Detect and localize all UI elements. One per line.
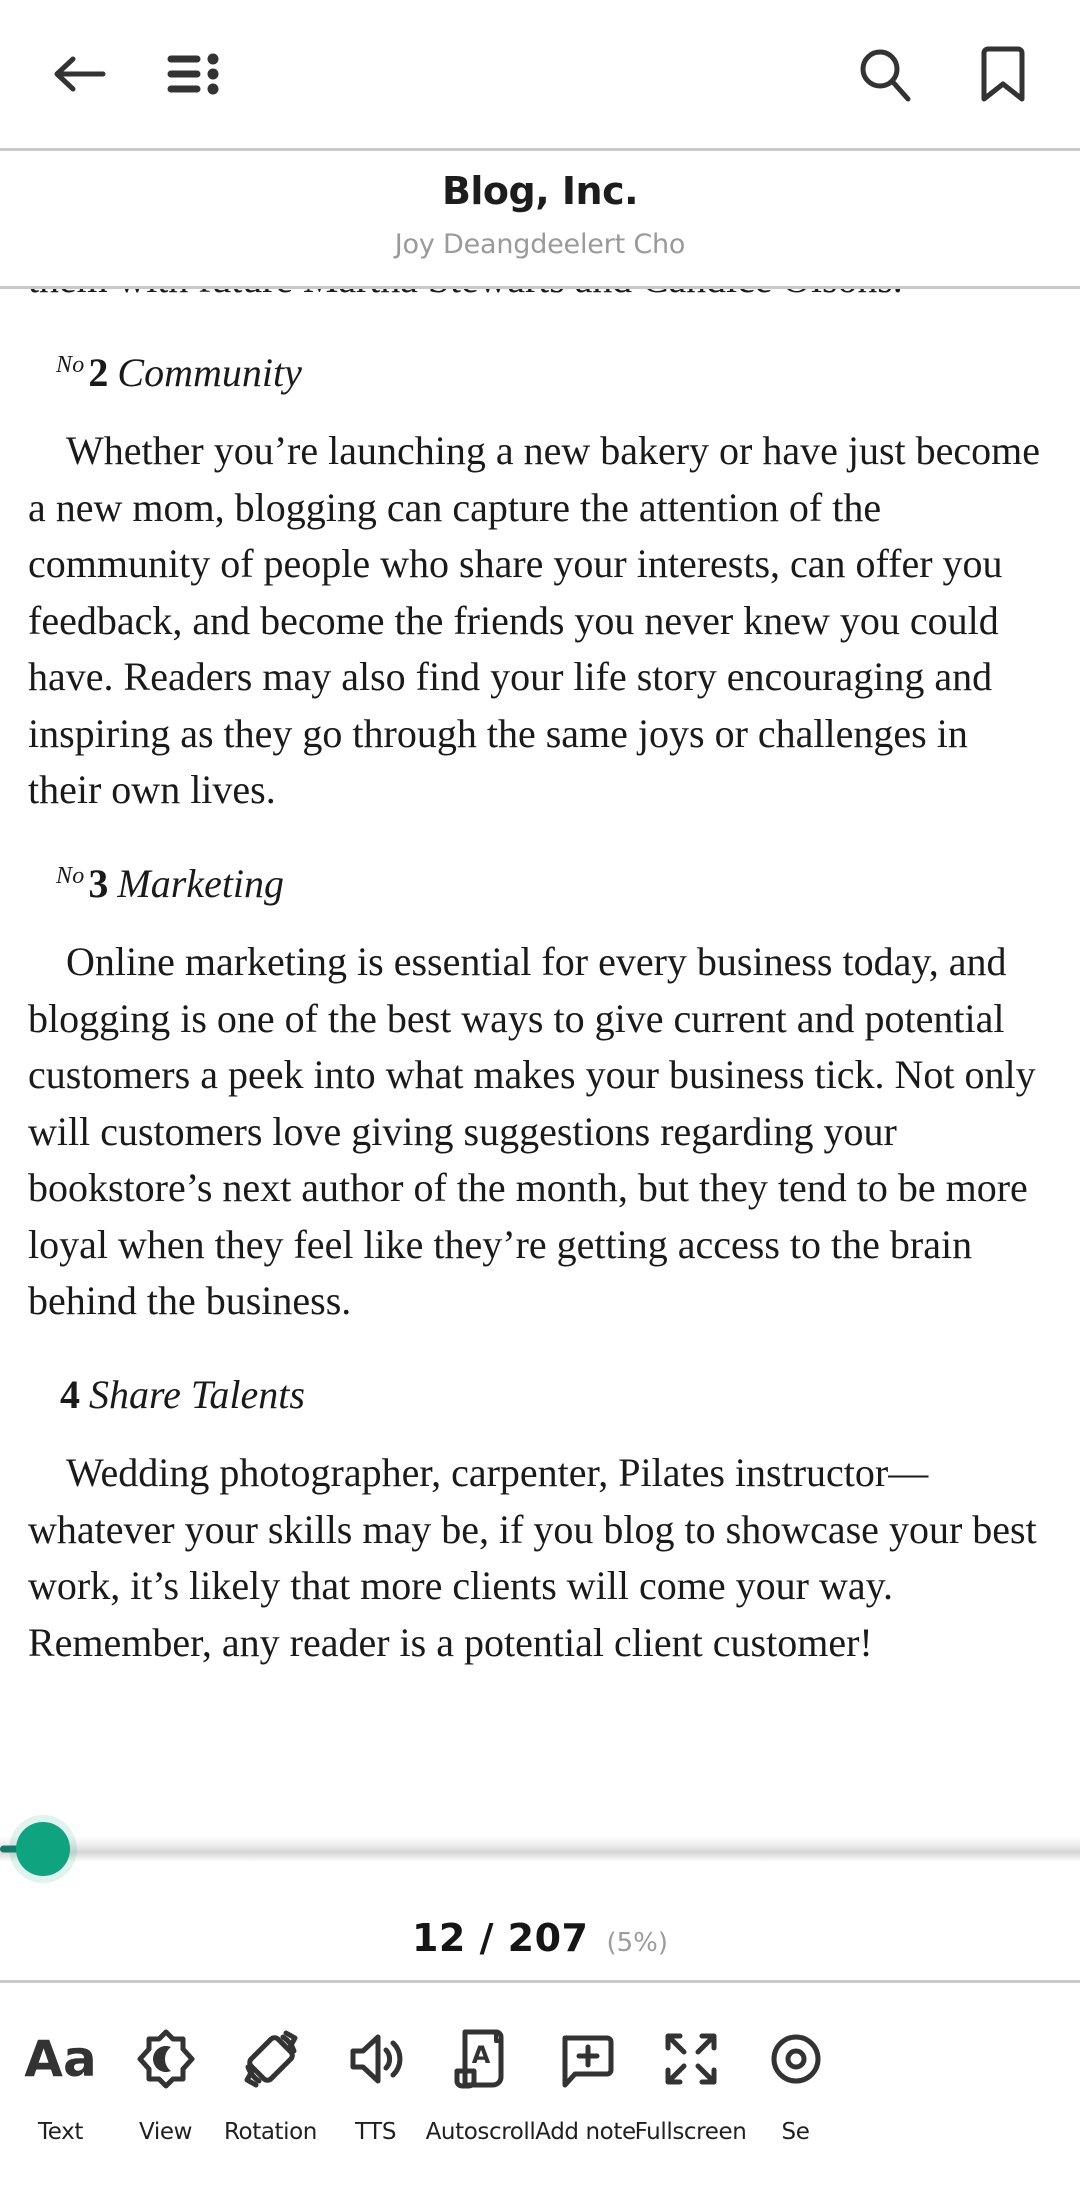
book-title: Blog, Inc. xyxy=(441,169,639,213)
toolbar-item-view[interactable]: View xyxy=(113,2023,218,2145)
section-paragraph: Whether you’re launching a new bakery or… xyxy=(28,428,1041,812)
toolbar-label-view: View xyxy=(139,2119,192,2145)
section-number: 4 xyxy=(60,1371,80,1417)
autoscroll-document-icon: A xyxy=(452,2023,510,2095)
table-of-contents-icon xyxy=(167,49,223,99)
fullscreen-expand-icon xyxy=(660,2023,722,2095)
back-arrow-icon xyxy=(51,50,107,98)
brightness-moon-icon xyxy=(135,2023,197,2095)
toolbar-label-settings: Se xyxy=(781,2119,810,2145)
add-note-icon xyxy=(555,2023,617,2095)
ereader-screen: Blog, Inc. Joy Deangdeelert Cho them wit… xyxy=(0,0,1080,2203)
search-button[interactable] xyxy=(846,35,924,113)
clipped-top-line: them with future Martha Stewarts and Can… xyxy=(28,289,1048,308)
book-author: Joy Deangdeelert Cho xyxy=(394,228,686,260)
bookmark-button[interactable] xyxy=(964,35,1042,113)
book-header-divider xyxy=(0,286,1080,289)
section-no-prefix: No xyxy=(56,351,85,378)
search-icon xyxy=(855,44,915,104)
back-button[interactable] xyxy=(40,35,118,113)
bookmark-icon xyxy=(976,43,1030,105)
top-app-bar xyxy=(0,0,1080,148)
toolbar-item-add-note[interactable]: Add note xyxy=(533,2023,638,2145)
section-heading: No 3 Marketing xyxy=(28,848,1048,913)
section-no-prefix: No xyxy=(56,862,85,889)
reader-text-column: them with future Martha Stewarts and Can… xyxy=(0,289,1080,1671)
slider-thumb[interactable] xyxy=(16,1822,70,1876)
toolbar-item-fullscreen[interactable]: Fullscreen xyxy=(635,2023,747,2145)
toolbar-label-text: Text xyxy=(38,2119,83,2145)
toolbar-item-autoscroll[interactable]: A Autoscroll xyxy=(425,2023,536,2145)
section-number: 2 xyxy=(88,349,109,395)
page-number-label: 12 / 207 xyxy=(411,1916,589,1960)
screen-rotation-icon xyxy=(239,2023,303,2095)
section-paragraph: Online marketing is essential for every … xyxy=(28,939,1036,1323)
toolbar-label-add-note: Add note xyxy=(535,2119,636,2145)
toolbar-label-rotation: Rotation xyxy=(224,2119,317,2145)
bottom-toolbar: Aa Text View Rotation TTS A Autoscroll A… xyxy=(0,1983,1080,2203)
toolbar-item-text[interactable]: Aa Text xyxy=(8,2023,113,2145)
topbar-right-group xyxy=(846,35,1042,113)
section-number: 3 xyxy=(88,860,109,906)
toolbar-label-fullscreen: Fullscreen xyxy=(634,2119,747,2145)
reading-progress-slider[interactable] xyxy=(0,1822,1080,1876)
slider-track[interactable] xyxy=(0,1836,1080,1862)
toolbar-label-autoscroll: Autoscroll xyxy=(425,2119,536,2145)
page-indicator: 12 / 207 (5%) xyxy=(0,1906,1080,1960)
toolbar-label-tts: TTS xyxy=(354,2119,397,2145)
page-percent-label: (5%) xyxy=(606,1928,669,1958)
text-format-icon: Aa xyxy=(24,2030,97,2088)
speaker-volume-icon xyxy=(345,2023,407,2095)
settings-icon xyxy=(765,2023,827,2095)
table-of-contents-button[interactable] xyxy=(156,35,234,113)
section-title: Marketing xyxy=(117,860,285,906)
toolbar-item-settings[interactable]: Se xyxy=(743,2023,848,2145)
toolbar-item-rotation[interactable]: Rotation xyxy=(218,2023,323,2145)
toolbar-item-tts[interactable]: TTS xyxy=(323,2023,428,2145)
section-heading: 4 Share Talents xyxy=(28,1359,1048,1424)
svg-text:A: A xyxy=(471,2041,490,2069)
topbar-left-group xyxy=(40,35,234,113)
section-title: Share Talents xyxy=(89,1371,305,1417)
section-heading: No 2 Community xyxy=(28,337,1048,402)
book-header: Blog, Inc. Joy Deangdeelert Cho xyxy=(0,151,1080,286)
section-paragraph: Wedding photographer, carpenter, Pilates… xyxy=(28,1450,1037,1665)
reader-page[interactable]: them with future Martha Stewarts and Can… xyxy=(0,289,1080,1980)
section-title: Community xyxy=(117,349,302,395)
